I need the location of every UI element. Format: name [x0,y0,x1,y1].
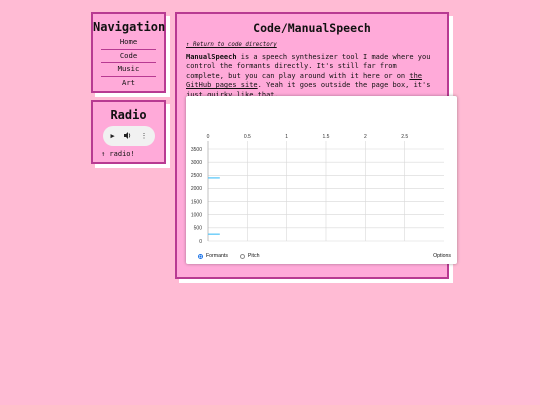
mode-selector: Formants Pitch [198,253,259,259]
x-tick-label: 1.5 [323,134,330,140]
navigation-title: Navigation [93,20,166,34]
play-icon[interactable]: ▶ [110,132,114,140]
nav-item-home[interactable]: Home [101,36,156,50]
y-tick-label: 3000 [191,160,202,166]
x-tick-label: 2 [364,134,367,140]
page-title: Code/ManualSpeech [253,21,371,35]
nav-item-music[interactable]: Music [101,63,156,77]
y-tick-label: 1500 [191,199,202,205]
nav-list: Home Code Music Art [101,36,156,89]
description: ManualSpeech is a speech synthesizer too… [186,53,437,100]
x-tick-label: 1 [285,134,288,140]
y-tick-label: 3500 [191,147,202,153]
app-name: ManualSpeech [186,53,237,61]
pitch-radio[interactable] [239,253,245,259]
formants-radio[interactable] [198,253,203,259]
nav-item-art[interactable]: Art [101,77,156,90]
synth-widget[interactable]: 0 500 1000 1500 2000 2500 3000 3500 0 0.5 1 1.5 2 2.5… [186,96,457,264]
y-tick-label: 2500 [191,173,202,179]
y-tick-label: 0 [199,239,202,245]
nav-item-code[interactable]: Code [101,50,156,63]
x-tick-label: 0 [207,134,210,140]
navigation-panel: Navigation Home Code Music Art [91,12,166,93]
audio-player[interactable]: ▶ ⋮ [103,126,155,146]
main-panel: Code/ManualSpeech ↑ Return to code direc… [175,12,457,279]
radio-panel: Radio ▶ ⋮ ↑ radio! [91,100,166,164]
x-tick-label: 2.5 [401,134,408,140]
more-icon[interactable]: ⋮ [141,132,148,140]
formant-chart[interactable]: 0 500 1000 1500 2000 2500 3000 3500 0 0.5 1 1.5 2 2.5 [186,96,457,246]
y-tick-label: 2000 [191,186,202,192]
y-tick-label: 1000 [191,213,202,219]
y-tick-label: 500 [194,226,203,232]
radio-title: Radio [110,108,147,122]
volume-icon[interactable] [123,131,132,141]
formants-label[interactable]: Formants [206,253,228,259]
radio-link[interactable]: ↑ radio! [101,150,135,158]
x-tick-label: 0.5 [244,134,251,140]
options-button[interactable]: Options [433,253,451,259]
pitch-label[interactable]: Pitch [248,253,260,259]
return-link[interactable]: ↑ Return to code directory [186,42,447,48]
